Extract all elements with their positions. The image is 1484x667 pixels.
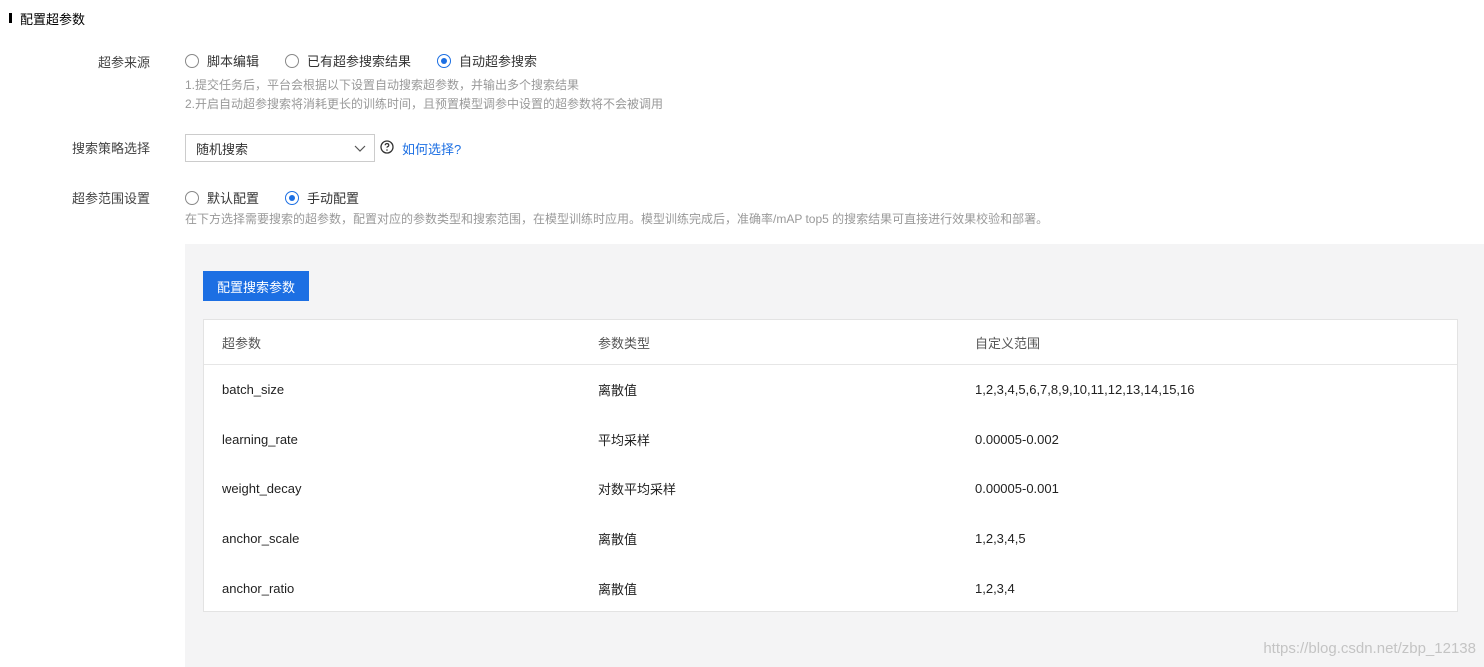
radio-circle[interactable] xyxy=(185,53,199,68)
section-title: 配置超参数 xyxy=(20,11,86,27)
radio-circle[interactable] xyxy=(437,53,452,68)
cell-range: 1,2,3,4,5,6,7,8,9,10,11,12,13,14,15,16 xyxy=(975,382,1195,398)
table-header: 超参数 参数类型 自定义范围 xyxy=(204,320,1457,365)
strategy-label: 搜索策略选择 xyxy=(71,141,150,156)
radio-manual-config[interactable]: 手动配置 xyxy=(285,188,359,207)
radio-circle[interactable] xyxy=(285,190,300,205)
cell-range: 1,2,3,4,5 xyxy=(975,531,1026,547)
cell-range: 0.00005-0.001 xyxy=(975,481,1059,497)
source-radio-group: 脚本编辑 已有超参搜索结果 自动超参搜索 xyxy=(185,51,563,70)
config-search-params-button[interactable]: 配置搜索参数 xyxy=(203,271,309,301)
question-circle-icon[interactable] xyxy=(380,140,394,154)
cell-hyperparam: anchor_ratio xyxy=(222,580,295,596)
header-param-type: 参数类型 xyxy=(598,335,651,351)
table-row: batch_size 离散值 1,2,3,4,5,6,7,8,9,10,11,1… xyxy=(204,365,1457,415)
source-label: 超参来源 xyxy=(97,55,150,70)
cell-hyperparam: batch_size xyxy=(222,382,285,398)
cell-hyperparam: weight_decay xyxy=(222,481,302,497)
cell-param-type: 离散值 xyxy=(598,581,638,597)
strategy-selected-value: 随机搜索 xyxy=(196,141,249,157)
cell-param-type: 离散值 xyxy=(598,532,638,548)
source-hint-1: 1.提交任务后，平台会根据以下设置自动搜索超参数，并输出多个搜索结果 xyxy=(185,78,580,92)
table-row: learning_rate 平均采样 0.00005-0.002 xyxy=(204,415,1457,465)
range-label: 超参范围设置 xyxy=(71,191,150,206)
radio-auto-search[interactable]: 自动超参搜索 xyxy=(437,51,537,70)
cell-range: 1,2,3,4 xyxy=(975,580,1015,596)
radio-label: 自动超参搜索 xyxy=(459,54,538,69)
header-custom-range: 自定义范围 xyxy=(975,335,1041,351)
radio-label: 默认配置 xyxy=(207,191,260,206)
radio-circle[interactable] xyxy=(285,53,300,68)
cell-param-type: 离散值 xyxy=(598,383,638,399)
source-hint-2: 2.开启自动超参搜索将消耗更长的训练时间，且预置模型调参中设置的超参数将不会被调… xyxy=(185,97,664,111)
how-to-choose-link[interactable]: 如何选择? xyxy=(402,139,461,158)
section-header: 配置超参数 xyxy=(9,9,85,27)
radio-default-config[interactable]: 默认配置 xyxy=(185,188,259,207)
header-hyperparam: 超参数 xyxy=(222,335,262,351)
range-hint: 在下方选择需要搜索的超参数，配置对应的参数类型和搜索范围，在模型训练时应用。模型… xyxy=(185,212,1049,226)
radio-label: 脚本编辑 xyxy=(207,54,260,69)
radio-label: 已有超参搜索结果 xyxy=(307,54,412,69)
radio-existing-results[interactable]: 已有超参搜索结果 xyxy=(285,51,411,70)
table-row: anchor_ratio 离散值 1,2,3,4 xyxy=(204,563,1457,613)
strategy-select[interactable]: 随机搜索 xyxy=(185,134,375,162)
cell-param-type: 对数平均采样 xyxy=(598,482,677,498)
cell-param-type: 平均采样 xyxy=(598,432,651,448)
watermark-text: https://blog.csdn.net/zbp_12138 xyxy=(1263,640,1476,657)
cell-hyperparam: anchor_scale xyxy=(222,531,300,547)
radio-script-edit[interactable]: 脚本编辑 xyxy=(185,51,259,70)
table-row: anchor_scale 离散值 1,2,3,4,5 xyxy=(204,514,1457,564)
table-row: weight_decay 对数平均采样 0.00005-0.001 xyxy=(204,464,1457,514)
cell-range: 0.00005-0.002 xyxy=(975,431,1059,447)
range-radio-group: 默认配置 手动配置 xyxy=(185,188,385,207)
radio-circle[interactable] xyxy=(185,190,199,205)
radio-label: 手动配置 xyxy=(307,191,360,206)
chevron-down-icon xyxy=(354,145,366,152)
section-marker xyxy=(9,13,12,23)
cell-hyperparam: learning_rate xyxy=(222,431,298,447)
hyperparam-table: 超参数 参数类型 自定义范围 batch_size 离散值 1,2,3,4,5,… xyxy=(203,319,1458,612)
